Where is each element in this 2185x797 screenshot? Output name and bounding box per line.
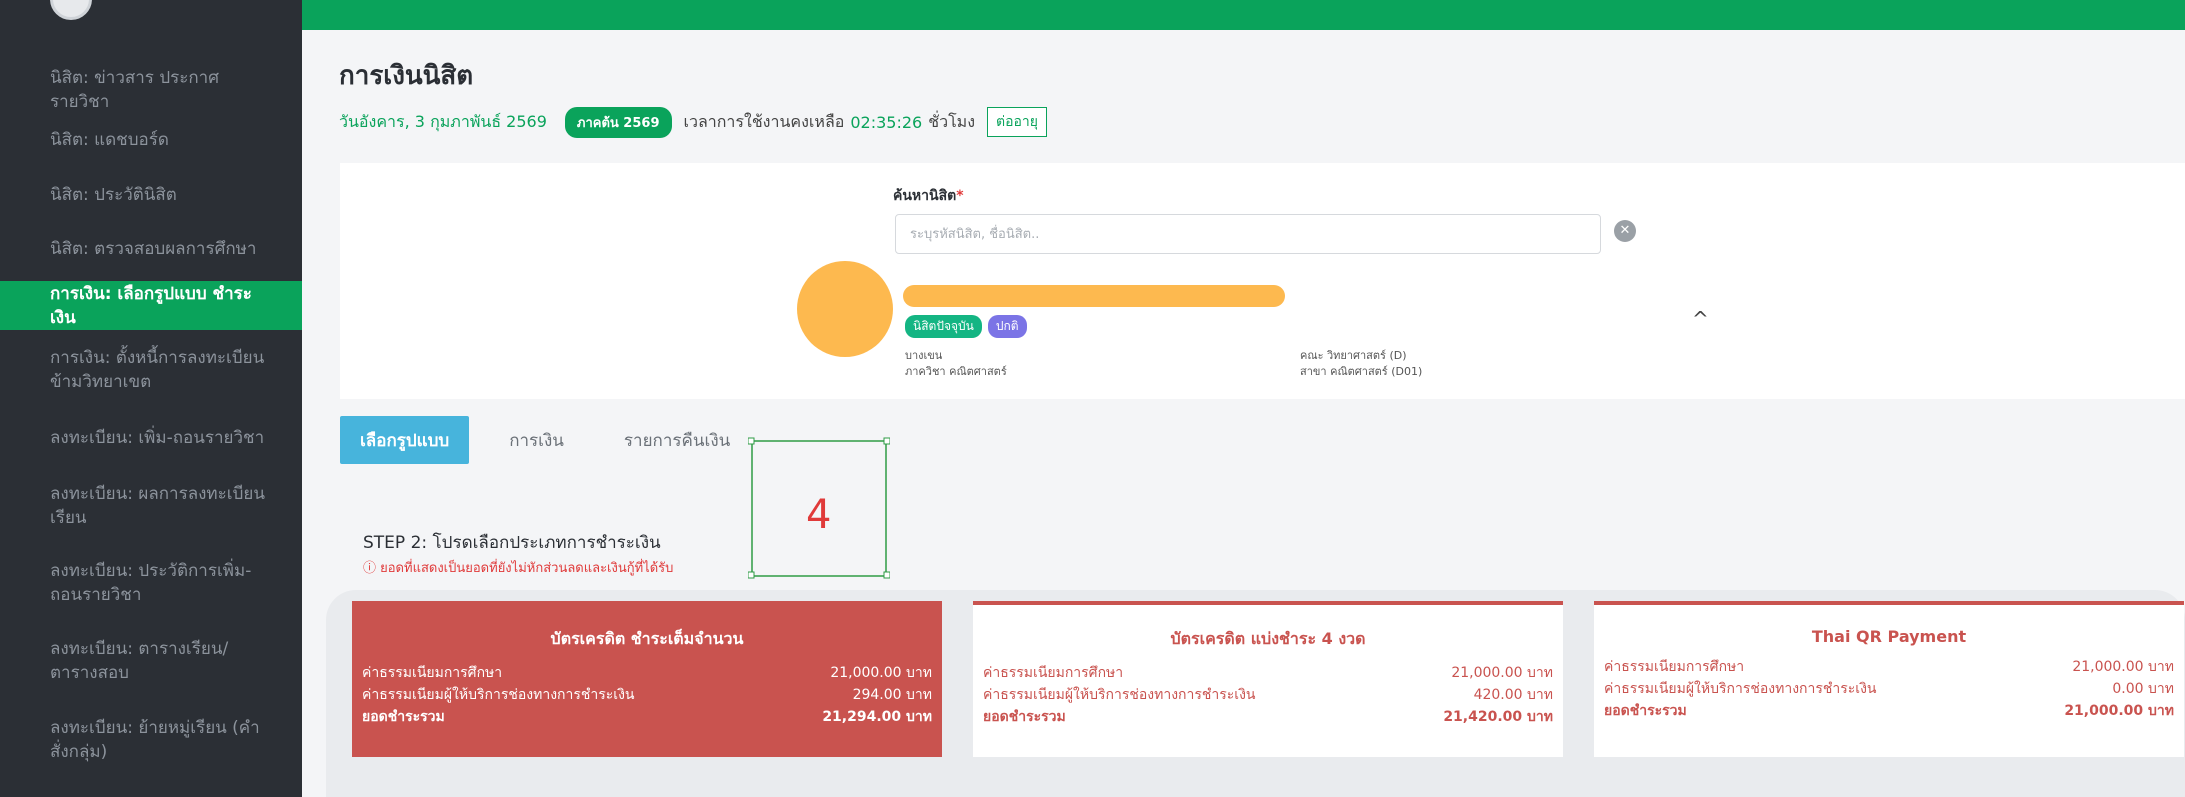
tuition-label: ค่าธรรมเนียมการศึกษา: [362, 665, 503, 681]
sidebar-item-label: ลงทะเบียน: ผลการลงทะเบียนเรียน: [50, 484, 265, 528]
total-row: ยอดชำระรวม 21,000.00 บาท: [1594, 700, 2184, 722]
sidebar-item-label: ลงทะเบียน: ย้ายหมู่เรียน (คำสั่งกลุ่ม): [50, 718, 260, 762]
status-badge: นิสิตปัจจุบัน: [905, 315, 982, 338]
sidebar-item-payment-method[interactable]: การเงิน: เลือกรูปแบบ ชำระเงิน: [0, 281, 302, 330]
total-row: ยอดชำระรวม 21,420.00 บาท: [973, 706, 1563, 728]
tuition-value: 21,000.00 บาท: [2072, 659, 2174, 675]
chevron-up-icon[interactable]: ^: [1692, 307, 1709, 331]
required-mark: *: [956, 188, 964, 204]
sidebar-item-registration-result[interactable]: ลงทะเบียน: ผลการลงทะเบียนเรียน: [0, 478, 302, 534]
total-value: 21,294.00 บาท: [822, 709, 932, 725]
sidebar-item-label: นิสิต: ข่าวสาร ประกาศรายวิชา: [50, 68, 220, 112]
tuition-label: ค่าธรรมเนียมการศึกษา: [1604, 659, 1745, 675]
sidebar-item-announcements[interactable]: นิสิต: ข่าวสาร ประกาศรายวิชา: [0, 68, 302, 112]
total-label: ยอดชำระรวม: [983, 709, 1066, 725]
faculty: คณะ วิทยาศาสตร์ (D): [1300, 349, 1407, 362]
tuition-row: ค่าธรรมเนียมการศึกษา 21,000.00 บาท: [1594, 656, 2184, 678]
tuition-row: ค่าธรรมเนียมการศึกษา 21,000.00 บาท: [352, 662, 942, 684]
sidebar-item-section-change[interactable]: ลงทะเบียน: ย้ายหมู่เรียน (คำสั่งกลุ่ม): [0, 712, 302, 768]
fee-label: ค่าธรรมเนียมผู้ให้บริการช่องทางการชำระเง…: [983, 687, 1256, 703]
search-label-text: ค้นหานิสิต: [893, 188, 957, 204]
term-badge: ภาคต้น 2569: [564, 106, 672, 138]
session-label: เวลาการใช้งานคงเหลือ: [683, 111, 845, 131]
student-badges: นิสิตปัจจุบัน ปกติ: [905, 315, 1027, 338]
session-time: 02:35:26: [850, 112, 923, 132]
step-title: STEP 2: โปรดเลือกประเภทการชำระเงิน: [363, 533, 661, 553]
sidebar-item-label: ลงทะเบียน: เพิ่ม-ถอนรายวิชา: [50, 428, 265, 448]
tuition-value: 21,000.00 บาท: [1451, 665, 1553, 681]
payment-option-credit-installment[interactable]: บัตรเครดิต แบ่งชำระ 4 งวด ค่าธรรมเนียมกา…: [973, 601, 1563, 757]
payment-option-credit-full[interactable]: บัตรเครดิต ชำระเต็มจำนวน ค่าธรรมเนียมการ…: [352, 601, 942, 757]
total-label: ยอดชำระรวม: [362, 709, 445, 725]
annotation-number: 4: [806, 492, 832, 538]
sidebar-item-dashboard[interactable]: นิสิต: แดชบอร์ด: [0, 120, 302, 160]
sidebar-item-label: ลงทะเบียน: ประวัติการเพิ่ม-ถอนรายวิชา: [50, 561, 252, 605]
fee-label: ค่าธรรมเนียมผู้ให้บริการช่องทางการชำระเง…: [362, 687, 635, 703]
payment-option-thai-qr[interactable]: Thai QR Payment ค่าธรรมเนียมการศึกษา 21,0…: [1594, 601, 2184, 757]
sidebar-item-student-history[interactable]: นิสิต: ประวัตินิสิต: [0, 175, 302, 215]
tuition-label: ค่าธรรมเนียมการศึกษา: [983, 665, 1124, 681]
major: สาขา คณิตศาสตร์ (D01): [1300, 365, 1423, 378]
tuition-row: ค่าธรรมเนียมการศึกษา 21,000.00 บาท: [973, 662, 1563, 684]
sidebar-item-timetable[interactable]: ลงทะเบียน: ตารางเรียน/ตารางสอบ: [0, 633, 302, 689]
fee-value: 0.00 บาท: [2112, 681, 2174, 697]
tuition-value: 21,000.00 บาท: [830, 665, 932, 681]
sidebar-item-label: การเงิน: ตั้งหนี้การลงทะเบียนข้ามวิทยาเข…: [50, 348, 265, 392]
sidebar-item-grades[interactable]: นิสิต: ตรวจสอบผลการศึกษา: [0, 229, 302, 269]
fee-row: ค่าธรรมเนียมผู้ให้บริการช่องทางการชำระเง…: [352, 684, 942, 706]
department: ภาควิชา คณิตศาสตร์: [905, 365, 1007, 378]
total-row: ยอดชำระรวม 21,294.00 บาท: [352, 706, 942, 728]
search-label: ค้นหานิสิต*: [893, 185, 964, 207]
tab-refunds[interactable]: รายการคืนเงิน: [604, 416, 750, 464]
sidebar: นิสิต: ข่าวสาร ประกาศรายวิชา นิสิต: แดชบ…: [0, 0, 302, 797]
logo: [50, 0, 92, 20]
sidebar-item-label: ลงทะเบียน: ตารางเรียน/ตารางสอบ: [50, 639, 229, 683]
date-line: วันอังคาร, 3 กุมภาพันธ์ 2569 ภาคต้น 2569…: [339, 106, 1047, 138]
type-badge: ปกติ: [987, 315, 1027, 338]
tabs: เลือกรูปแบบ การเงิน รายการคืนเงิน: [340, 416, 750, 464]
tab-select-method[interactable]: เลือกรูปแบบ: [340, 416, 470, 464]
sidebar-item-add-drop[interactable]: ลงทะเบียน: เพิ่ม-ถอนรายวิชา: [0, 418, 302, 458]
step-note: ⓘ ยอดที่แสดงเป็นยอดที่ยังไม่หักส่วนลดและ…: [363, 561, 674, 576]
sidebar-item-label: นิสิต: ประวัตินิสิต: [50, 185, 177, 205]
fee-row: ค่าธรรมเนียมผู้ให้บริการช่องทางการชำระเง…: [1594, 678, 2184, 700]
student-card: ค้นหานิสิต* ✕ นิสิตปัจจุบัน ปกติ บางเขน …: [340, 163, 2185, 399]
student-search-input[interactable]: [895, 214, 1601, 254]
top-bar: [302, 0, 2185, 30]
page-title: การเงินนิสิต: [339, 61, 474, 91]
student-info-left: บางเขน ภาควิชา คณิตศาสตร์: [905, 348, 1007, 380]
payment-title: บัตรเครดิต แบ่งชำระ 4 งวด: [1170, 629, 1366, 648]
fee-value: 420.00 บาท: [1473, 687, 1553, 703]
fee-row: ค่าธรรมเนียมผู้ให้บริการช่องทางการชำระเง…: [973, 684, 1563, 706]
sidebar-item-label: นิสิต: ตรวจสอบผลการศึกษา: [50, 239, 257, 259]
sidebar-item-label: นิสิต: แดชบอร์ด: [50, 130, 169, 150]
sidebar-item-cross-campus-debt[interactable]: การเงิน: ตั้งหนี้การลงทะเบียนข้ามวิทยาเข…: [0, 342, 302, 398]
extend-session-button[interactable]: ต่ออายุ: [987, 107, 1047, 137]
sidebar-item-label: การเงิน: เลือกรูปแบบ ชำระเงิน: [50, 283, 252, 328]
total-value: 21,420.00 บาท: [1443, 709, 1553, 725]
total-label: ยอดชำระรวม: [1604, 703, 1687, 719]
payment-title: บัตรเครดิต ชำระเต็มจำนวน: [550, 629, 744, 648]
fee-value: 294.00 บาท: [852, 687, 932, 703]
session-unit: ชั่วโมง: [928, 111, 976, 131]
current-date: วันอังคาร, 3 กุมภาพันธ์ 2569: [339, 111, 547, 131]
tab-finance[interactable]: การเงิน: [489, 416, 584, 464]
total-value: 21,000.00 บาท: [2064, 703, 2174, 719]
sidebar-item-add-drop-history[interactable]: ลงทะเบียน: ประวัติการเพิ่ม-ถอนรายวิชา: [0, 555, 302, 611]
payment-title: Thai QR Payment: [1811, 627, 1967, 646]
clear-icon[interactable]: ✕: [1614, 220, 1636, 242]
fee-label: ค่าธรรมเนียมผู้ให้บริการช่องทางการชำระเง…: [1604, 681, 1877, 697]
student-info-right: คณะ วิทยาศาสตร์ (D) สาขา คณิตศาสตร์ (D01…: [1300, 348, 1422, 380]
avatar: [797, 261, 893, 357]
student-name-redacted: [903, 285, 1285, 307]
campus: บางเขน: [905, 349, 943, 362]
